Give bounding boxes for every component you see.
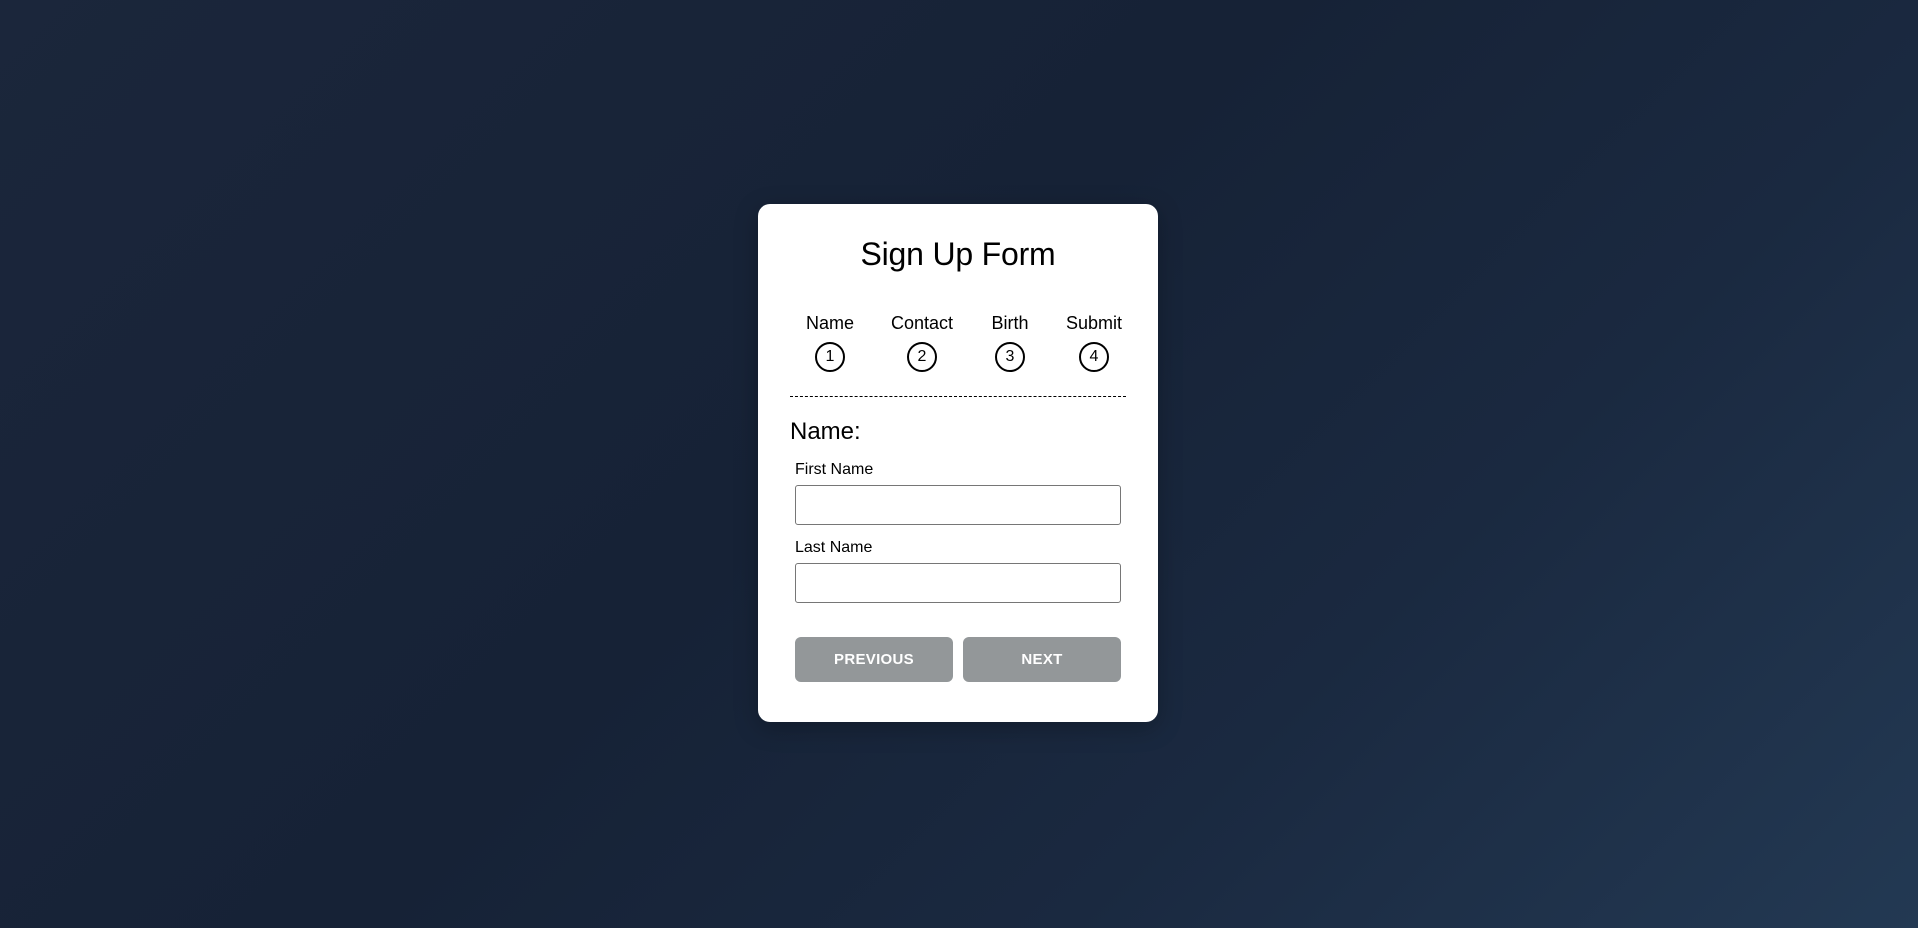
step-indicator: Name 1 Contact 2 Birth 3 Submit 4: [790, 312, 1126, 372]
step-number: 1: [815, 342, 845, 372]
step-number: 4: [1079, 342, 1109, 372]
step-number: 3: [995, 342, 1025, 372]
step-number: 2: [907, 342, 937, 372]
last-name-label: Last Name: [795, 539, 873, 556]
step-contact[interactable]: Contact 2: [882, 312, 962, 372]
next-button[interactable]: NEXT: [963, 637, 1121, 682]
previous-button[interactable]: PREVIOUS: [795, 637, 953, 682]
step-label: Name: [805, 313, 854, 333]
dashed-divider: [790, 396, 1126, 397]
first-name-label: First Name: [795, 461, 874, 478]
step-label: Submit: [1065, 313, 1123, 333]
step-name[interactable]: Name 1: [790, 312, 870, 372]
step-label: Contact: [890, 313, 954, 333]
last-name-input[interactable]: [795, 563, 1121, 603]
signup-card: Sign Up Form Name 1 Contact 2 Birth 3 Su…: [758, 204, 1158, 722]
step-submit[interactable]: Submit 4: [1054, 312, 1134, 372]
section-title: Name:: [790, 418, 861, 445]
step-birth[interactable]: Birth 3: [970, 312, 1050, 372]
form-title: Sign Up Form: [860, 236, 1056, 272]
step-label: Birth: [991, 313, 1029, 333]
first-name-input[interactable]: [795, 485, 1121, 525]
